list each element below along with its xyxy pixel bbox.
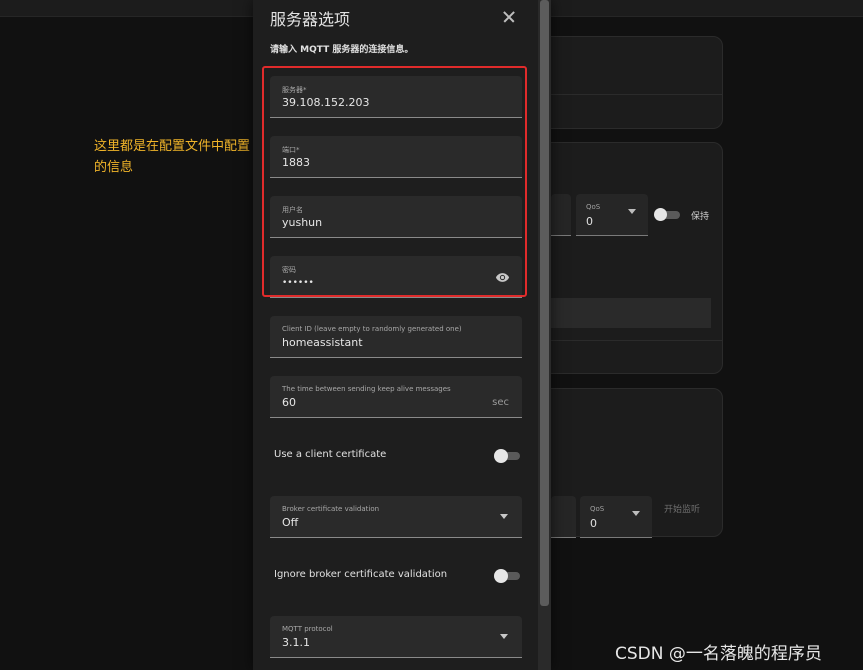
chevron-down-icon xyxy=(628,209,636,214)
background-divider-2 xyxy=(536,340,722,341)
highlight-box xyxy=(262,66,527,297)
keepalive-value: 60 xyxy=(282,396,296,409)
cert-validation-label: Broker certificate validation xyxy=(282,505,380,513)
background-card-1 xyxy=(535,36,723,129)
dialog-scrollbar[interactable] xyxy=(538,0,551,670)
background-qos-select[interactable]: QoS 0 xyxy=(576,194,648,236)
start-listen-button[interactable]: 开始监听 xyxy=(664,502,700,515)
client-certificate-toggle[interactable] xyxy=(494,449,522,463)
watermark: CSDN @一名落魄的程序员 xyxy=(615,644,822,664)
scroll-thumb[interactable] xyxy=(540,0,549,606)
client-id-value: homeassistant xyxy=(282,336,363,349)
ignore-validation-label: Ignore broker certificate validation xyxy=(274,569,448,580)
chevron-down-icon xyxy=(500,634,508,639)
retain-label: 保持 xyxy=(691,212,710,222)
qos-label: QoS xyxy=(590,505,605,513)
client-certificate-label: Use a client certificate xyxy=(274,449,387,460)
background-field-left xyxy=(551,194,571,236)
chevron-down-icon xyxy=(632,511,640,516)
cert-validation-select[interactable]: Broker certificate validation Off xyxy=(270,496,522,538)
background-qos-select-2[interactable]: QoS 0 xyxy=(580,496,652,538)
background-field-left-2 xyxy=(551,496,576,538)
protocol-label: MQTT protocol xyxy=(282,625,333,633)
keepalive-label: The time between sending keep alive mess… xyxy=(282,385,451,393)
ignore-validation-row: Ignore broker certificate validation xyxy=(270,566,522,586)
close-icon[interactable] xyxy=(500,8,518,26)
qos-label: QoS xyxy=(586,203,601,211)
keepalive-field[interactable]: The time between sending keep alive mess… xyxy=(270,376,522,418)
annotation-note: 这里都是在配置文件中配置的信息 xyxy=(94,139,251,175)
keepalive-unit: sec xyxy=(492,397,509,408)
dialog-description: 请输入 MQTT 服务器的连接信息。 xyxy=(270,45,414,55)
qos-value: 0 xyxy=(586,215,593,228)
client-certificate-row: Use a client certificate xyxy=(270,446,522,466)
qos-value: 0 xyxy=(590,517,597,530)
protocol-select[interactable]: MQTT protocol 3.1.1 xyxy=(270,616,522,658)
cert-validation-value: Off xyxy=(282,516,299,529)
background-divider xyxy=(536,94,722,95)
chevron-down-icon xyxy=(500,514,508,519)
ignore-validation-toggle[interactable] xyxy=(494,569,522,583)
client-id-field[interactable]: Client ID (leave empty to randomly gener… xyxy=(270,316,522,358)
background-textarea xyxy=(551,298,711,328)
protocol-value: 3.1.1 xyxy=(282,636,310,649)
retain-toggle[interactable] xyxy=(654,208,682,221)
client-id-label: Client ID (leave empty to randomly gener… xyxy=(282,325,462,333)
broker-options-dialog: 服务器选项 请输入 MQTT 服务器的连接信息。 服务器* 39.108.152… xyxy=(253,0,551,670)
dialog-title: 服务器选项 xyxy=(270,10,351,29)
